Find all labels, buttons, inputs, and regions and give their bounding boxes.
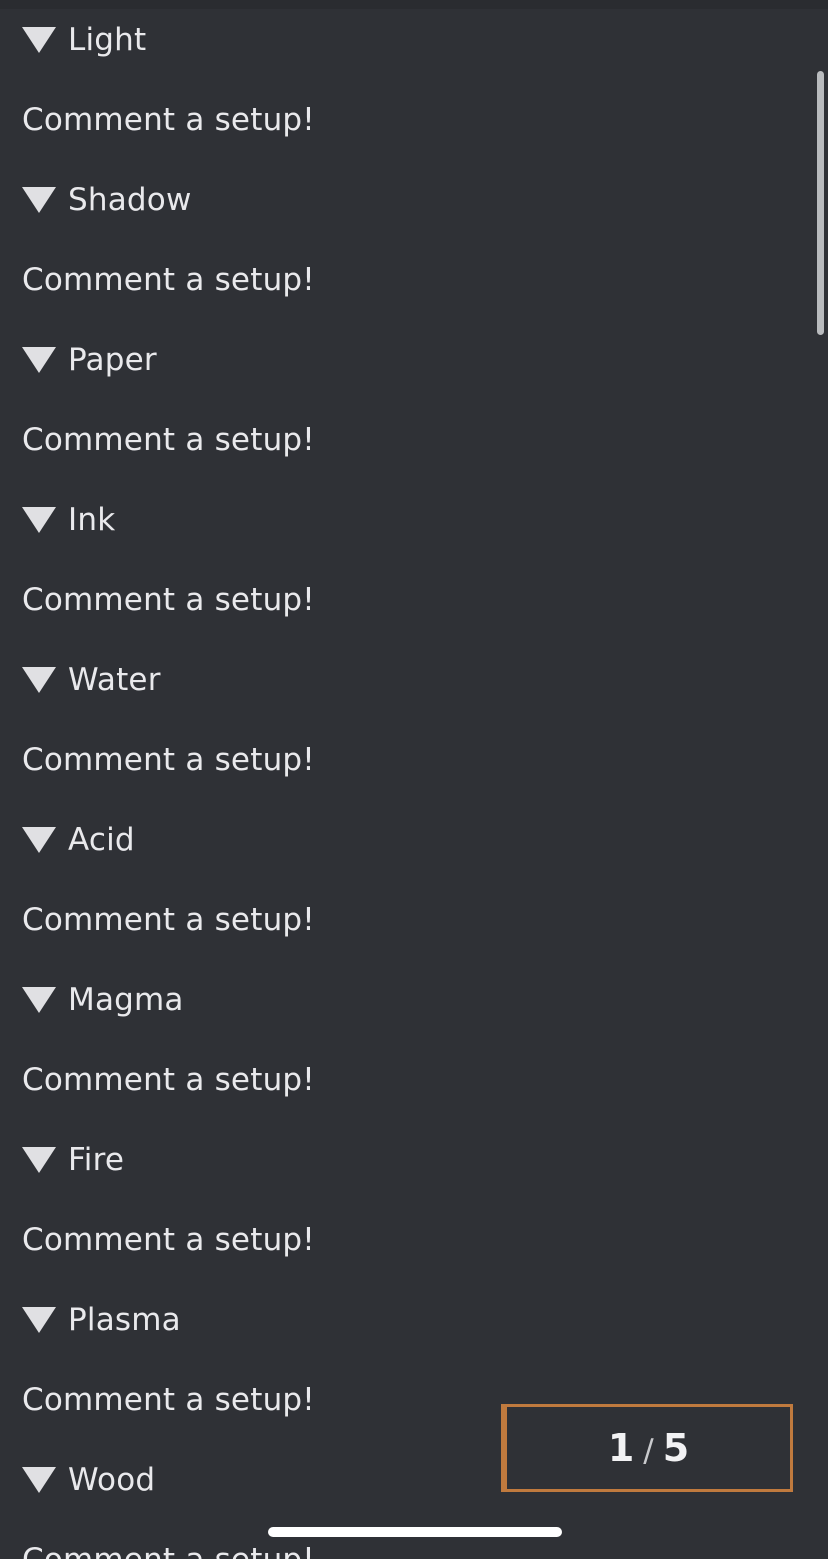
vertical-scrollbar-track[interactable] (814, 0, 828, 1559)
comment-label: Comment a setup! (22, 261, 315, 298)
category-row[interactable]: Ink (0, 480, 828, 560)
caret-down-icon[interactable] (22, 1147, 56, 1173)
comment-label: Comment a setup! (22, 581, 315, 618)
comment-label: Comment a setup! (22, 741, 315, 778)
home-indicator[interactable] (268, 1527, 562, 1537)
comment-row[interactable]: Comment a setup! (0, 1040, 828, 1120)
category-row[interactable]: Acid (0, 800, 828, 880)
comment-row[interactable]: Comment a setup! (0, 400, 828, 480)
caret-down-icon[interactable] (22, 187, 56, 213)
setup-category-list: Light Comment a setup! Shadow Comment a set… (0, 9, 828, 1559)
category-row[interactable]: Magma (0, 960, 828, 1040)
scrollable-content-area[interactable]: Light Comment a setup! Shadow Comment a set… (0, 9, 828, 1559)
category-label: Light (68, 21, 147, 58)
caret-down-icon[interactable] (22, 1307, 56, 1333)
comment-label: Comment a setup! (22, 1544, 315, 1559)
comment-label: Comment a setup! (22, 421, 315, 458)
category-label: Acid (68, 821, 135, 858)
caret-down-icon[interactable] (22, 507, 56, 533)
category-label: Paper (68, 341, 157, 378)
category-row[interactable]: Light (0, 9, 828, 80)
comment-row[interactable]: Comment a setup! (0, 1520, 828, 1559)
comment-label: Comment a setup! (22, 901, 315, 938)
caret-down-icon[interactable] (22, 27, 56, 53)
category-label: Shadow (68, 181, 192, 218)
caret-down-icon[interactable] (22, 827, 56, 853)
comment-row[interactable]: Comment a setup! (0, 1200, 828, 1280)
comment-row[interactable]: Comment a setup! (0, 560, 828, 640)
comment-row[interactable]: Comment a setup! (0, 240, 828, 320)
comment-label: Comment a setup! (22, 1221, 315, 1258)
comment-label: Comment a setup! (22, 101, 315, 138)
caret-down-icon[interactable] (22, 667, 56, 693)
category-row[interactable]: Fire (0, 1120, 828, 1200)
comment-row[interactable]: Comment a setup! (0, 880, 828, 960)
category-label: Fire (68, 1141, 125, 1178)
caret-down-icon[interactable] (22, 987, 56, 1013)
page-indicator-content: 1 / 5 (608, 1429, 689, 1467)
page-current-number: 1 (607, 1426, 635, 1470)
app-root: Light Comment a setup! Shadow Comment a set… (0, 0, 828, 1559)
category-label: Plasma (68, 1301, 181, 1338)
category-row[interactable]: Shadow (0, 160, 828, 240)
status-bar-strip (0, 0, 828, 9)
vertical-scrollbar-thumb[interactable] (817, 71, 824, 335)
comment-row[interactable]: Comment a setup! (0, 80, 828, 160)
category-row[interactable]: Water (0, 640, 828, 720)
comment-row[interactable]: Comment a setup! (0, 720, 828, 800)
category-label: Wood (68, 1461, 156, 1498)
category-row[interactable]: Plasma (0, 1280, 828, 1360)
category-label: Magma (68, 981, 184, 1018)
category-label: Ink (68, 501, 116, 538)
page-separator: / (643, 1433, 654, 1469)
caret-down-icon[interactable] (22, 347, 56, 373)
comment-label: Comment a setup! (22, 1061, 315, 1098)
category-row[interactable]: Paper (0, 320, 828, 400)
page-indicator[interactable]: 1 / 5 (501, 1404, 793, 1492)
page-total-number: 5 (662, 1426, 690, 1470)
comment-label: Comment a setup! (22, 1381, 315, 1418)
category-label: Water (68, 661, 161, 698)
caret-down-icon[interactable] (22, 1467, 56, 1493)
